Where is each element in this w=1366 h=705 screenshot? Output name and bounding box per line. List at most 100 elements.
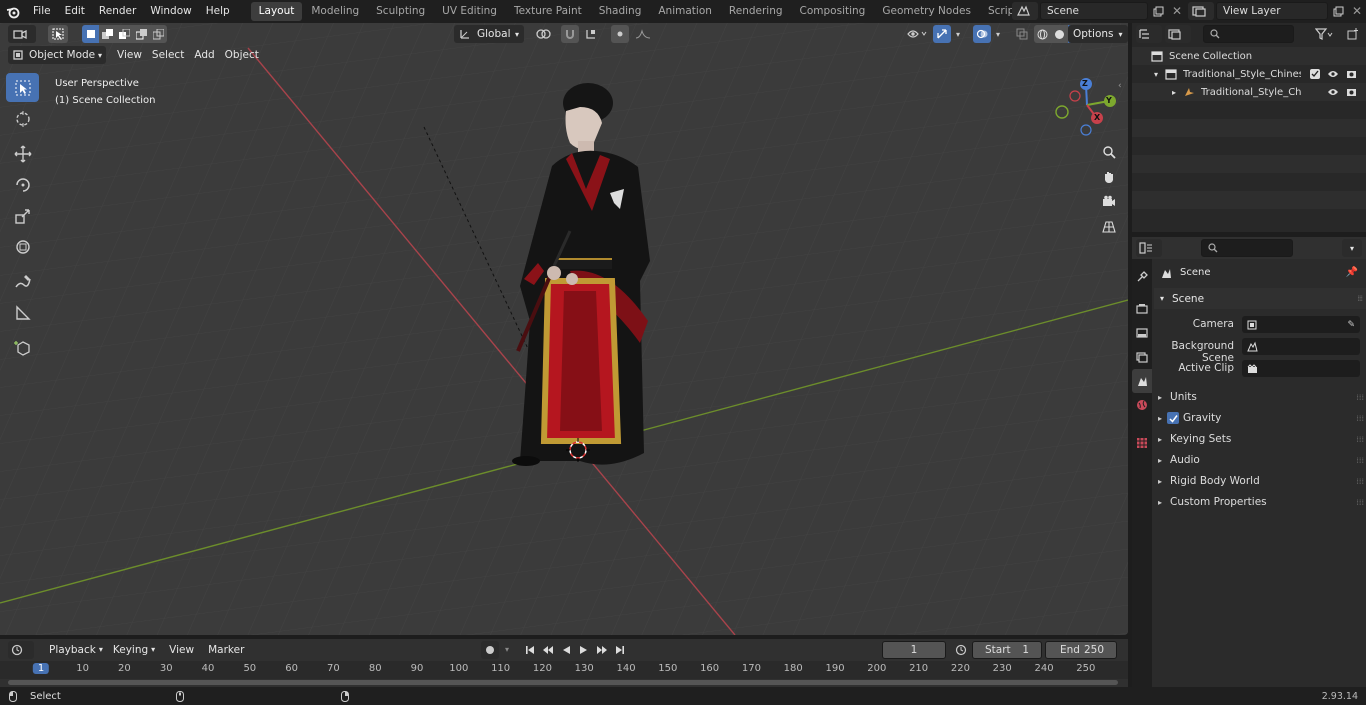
display-mode-icon[interactable] xyxy=(1164,25,1191,43)
properties-search-input[interactable] xyxy=(1201,239,1293,257)
properties-options-icon[interactable]: ▾ xyxy=(1342,239,1362,257)
perspective-toggle-icon[interactable] xyxy=(1098,214,1120,239)
move-tool-icon[interactable] xyxy=(6,139,39,168)
add-cube-tool-icon[interactable] xyxy=(6,333,39,362)
annotate-tool-icon[interactable] xyxy=(6,267,39,296)
overlays-toggle-icon[interactable] xyxy=(973,25,991,43)
gizmo-toggle-icon[interactable] xyxy=(933,25,951,43)
wireframe-shading-icon[interactable] xyxy=(1034,25,1051,43)
tab-uv-editing[interactable]: UV Editing xyxy=(434,2,505,21)
3d-viewport[interactable]: Global ▾ ▾ ▾ Object Mode ▾ View Select A… xyxy=(0,23,1128,635)
render-camera-icon[interactable] xyxy=(1344,69,1358,79)
texture-tab-icon[interactable] xyxy=(1132,431,1152,455)
object-visibility-icon[interactable] xyxy=(902,25,932,43)
mode-dropdown[interactable]: Object Mode ▾ xyxy=(8,46,106,64)
pivot-point-icon[interactable] xyxy=(530,25,558,43)
drag-handle-icon[interactable]: ⁞⁞⁞ xyxy=(1356,456,1364,465)
menu-add[interactable]: Add xyxy=(189,49,219,61)
background-scene-field[interactable] xyxy=(1242,338,1360,355)
jump-keyframe-forward-icon[interactable] xyxy=(593,641,611,659)
options-button[interactable]: Options ▾ xyxy=(1068,25,1128,43)
drag-handle-icon[interactable]: ⁞⁞⁞ xyxy=(1356,435,1364,444)
menu-render[interactable]: Render xyxy=(92,0,143,23)
tab-animation[interactable]: Animation xyxy=(650,2,720,21)
properties-editor-type-icon[interactable] xyxy=(1136,239,1162,257)
outliner-root-row[interactable]: Scene Collection xyxy=(1132,47,1366,65)
tab-sculpting[interactable]: Sculpting xyxy=(368,2,433,21)
overlays-dropdown-icon[interactable]: ▾ xyxy=(992,25,1004,43)
start-frame-field[interactable]: Start 1 xyxy=(972,640,1042,659)
drag-handle-icon[interactable]: ⁞⁞⁞ xyxy=(1356,498,1364,507)
world-tab-icon[interactable] xyxy=(1132,393,1152,417)
measure-tool-icon[interactable] xyxy=(6,298,39,327)
rotate-tool-icon[interactable] xyxy=(6,170,39,199)
menu-edit[interactable]: Edit xyxy=(58,0,92,23)
remove-scene-icon[interactable]: ✕ xyxy=(1168,2,1186,20)
select-box-tool-icon[interactable] xyxy=(48,25,68,43)
outliner-editor-type-icon[interactable] xyxy=(1136,25,1162,43)
proportional-edit-icon[interactable] xyxy=(611,25,629,43)
menu-select[interactable]: Select xyxy=(147,49,189,61)
tab-texture-paint[interactable]: Texture Paint xyxy=(506,2,590,21)
camera-view-icon[interactable] xyxy=(1098,189,1120,214)
tab-shading[interactable]: Shading xyxy=(591,2,650,21)
playback-menu[interactable]: Playback ▾ xyxy=(44,641,108,659)
select-invert-icon[interactable] xyxy=(133,25,150,43)
transform-tool-icon[interactable] xyxy=(6,232,39,261)
menu-object[interactable]: Object xyxy=(220,49,264,61)
units-panel-header[interactable]: ▸ Units ⁞⁞⁞ xyxy=(1158,387,1364,407)
jump-start-icon[interactable] xyxy=(521,641,539,659)
transform-orientation-dropdown[interactable]: Global ▾ xyxy=(454,25,524,43)
current-frame-field[interactable]: 1 xyxy=(882,640,946,659)
duplicate-scene-icon[interactable] xyxy=(1148,2,1168,20)
falloff-curve-icon[interactable] xyxy=(630,25,656,43)
new-collection-icon[interactable] xyxy=(1344,25,1362,43)
scene-name-field[interactable]: Scene xyxy=(1040,2,1148,20)
scene-browse-icon[interactable] xyxy=(1012,2,1038,20)
blender-logo-icon[interactable] xyxy=(0,0,26,23)
select-intersect-icon[interactable] xyxy=(150,25,167,43)
play-icon[interactable] xyxy=(575,641,593,659)
drag-handle-icon[interactable]: ⁞⁞⁞ xyxy=(1356,414,1364,423)
active-clip-field[interactable] xyxy=(1242,360,1360,377)
select-subtract-icon[interactable] xyxy=(116,25,133,43)
auto-keying-icon[interactable] xyxy=(481,640,499,659)
eyedropper-icon[interactable]: ✎ xyxy=(1347,320,1355,330)
scale-tool-icon[interactable] xyxy=(6,201,39,230)
drag-handle-icon[interactable]: ⁞⁞⁞ xyxy=(1356,393,1364,402)
menu-view[interactable]: View xyxy=(112,49,147,61)
tab-geometry-nodes[interactable]: Geometry Nodes xyxy=(874,2,979,21)
keying-dropdown-icon[interactable]: ▾ xyxy=(500,641,514,659)
audio-panel-header[interactable]: ▸ Audio ⁞⁞⁞ xyxy=(1158,450,1364,470)
solid-shading-icon[interactable] xyxy=(1051,25,1068,43)
tool-tab-icon[interactable] xyxy=(1132,265,1152,289)
rigid-body-world-panel-header[interactable]: ▸ Rigid Body World ⁞⁞⁞ xyxy=(1158,471,1364,491)
keying-menu[interactable]: Keying ▾ xyxy=(108,641,160,659)
current-frame-marker[interactable]: 1 xyxy=(32,663,50,674)
tab-layout[interactable]: Layout xyxy=(250,2,303,21)
tab-compositing[interactable]: Compositing xyxy=(792,2,874,21)
tab-modeling[interactable]: Modeling xyxy=(303,2,367,21)
drag-handle-icon[interactable]: ⁞⁞⁞ xyxy=(1357,294,1363,303)
snap-target-icon[interactable] xyxy=(580,25,606,43)
preview-range-icon[interactable] xyxy=(952,641,970,659)
3d-cursor-icon[interactable] xyxy=(566,438,590,462)
menu-help[interactable]: Help xyxy=(199,0,237,23)
character-model[interactable] xyxy=(500,81,660,466)
editor-type-icon[interactable] xyxy=(8,25,36,43)
timeline-scrollbar[interactable] xyxy=(8,680,1118,685)
expand-chevron-icon[interactable]: ▸ xyxy=(1172,88,1176,97)
render-camera-icon[interactable] xyxy=(1344,87,1358,97)
expand-chevron-icon[interactable]: ▾ xyxy=(1154,70,1158,79)
menu-window[interactable]: Window xyxy=(143,0,198,23)
camera-field[interactable]: ✎ xyxy=(1242,316,1360,333)
timeline-menu-view[interactable]: View xyxy=(164,644,199,656)
eye-visibility-icon[interactable] xyxy=(1326,88,1340,96)
select-tool-icon[interactable] xyxy=(6,73,39,102)
eye-visibility-icon[interactable] xyxy=(1326,70,1340,78)
outliner-search-input[interactable] xyxy=(1202,25,1295,43)
pan-hand-icon[interactable] xyxy=(1098,164,1120,189)
view-layer-browse-icon[interactable] xyxy=(1188,2,1214,20)
timeline-ruler[interactable]: 1 10 20 30 40 50 60 70 80 90 100 110 120 130 140 150 160… xyxy=(0,661,1128,679)
outliner-item-collection[interactable]: ▾ Traditional_Style_Chinese_Ma xyxy=(1132,65,1366,83)
